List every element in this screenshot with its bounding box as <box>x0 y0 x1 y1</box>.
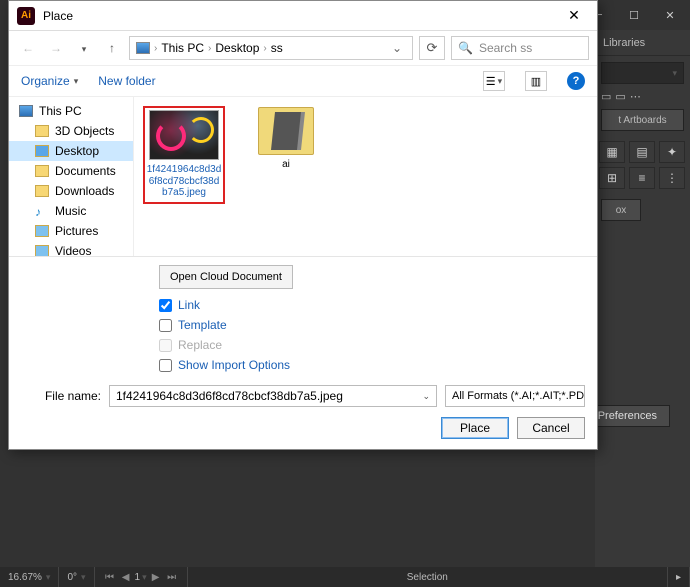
show-import-options-checkbox[interactable]: Show Import Options <box>159 355 585 375</box>
filename-dropdown-icon[interactable]: ⌄ <box>422 391 430 402</box>
link-checkbox[interactable]: Link <box>159 295 585 315</box>
tree-downloads[interactable]: Downloads <box>9 181 133 201</box>
nav-up-icon[interactable]: ↑ <box>101 41 123 55</box>
tree-videos[interactable]: Videos <box>9 241 133 256</box>
help-icon[interactable]: ? <box>567 72 585 90</box>
panel-tool-3[interactable]: ⋯ <box>630 90 641 103</box>
grid2-icon[interactable]: ▤ <box>629 141 655 163</box>
page-nav[interactable]: ⏮ ◀ 1 ▾ ▶ ⏭ <box>95 567 188 587</box>
new-folder-button[interactable]: New folder <box>98 74 155 88</box>
first-page-icon[interactable]: ⏮ <box>103 572 117 583</box>
host-maximize[interactable]: ☐ <box>620 5 648 25</box>
layout-icon[interactable]: ⊞ <box>599 167 625 189</box>
align-icon[interactable]: ≡ <box>629 167 655 189</box>
file-grid: 1f4241964c8d3d6f8cd78cbcf38db7a5.jpeg ai <box>134 97 597 256</box>
folder-icon <box>258 107 314 155</box>
pc-icon <box>136 42 150 54</box>
place-button[interactable]: Place <box>441 417 509 439</box>
image-thumbnail <box>149 110 219 160</box>
prev-page-icon[interactable]: ◀ <box>119 572 133 583</box>
status-expand-icon[interactable]: ▸ <box>668 567 690 587</box>
tree-documents[interactable]: Documents <box>9 161 133 181</box>
search-placeholder: Search ss <box>479 41 532 55</box>
place-dialog: Ai Place ✕ ← → ▾ ↑ › This PC › Desktop ›… <box>8 0 598 450</box>
panel-tool-2[interactable]: ▭ <box>615 90 625 103</box>
filename-label: File name: <box>21 389 101 403</box>
zoom-level[interactable]: 16.67%▾ <box>0 567 59 587</box>
folder-item-label: ai <box>282 159 290 171</box>
panel-artboards-button[interactable]: t Artboards <box>601 109 684 131</box>
tree-3d-objects[interactable]: 3D Objects <box>9 121 133 141</box>
rotation-angle[interactable]: 0°▾ <box>59 567 94 587</box>
dialog-title: Place <box>43 9 559 23</box>
replace-checkbox: Replace <box>159 335 585 355</box>
file-item-label: 1f4241964c8d3d6f8cd78cbcf38db7a5.jpeg <box>146 164 222 199</box>
star-icon[interactable]: ✦ <box>659 141 685 163</box>
next-page-icon[interactable]: ▶ <box>149 572 163 583</box>
organize-menu[interactable]: Organize▾ <box>21 74 78 88</box>
panel-ox-button[interactable]: ox <box>601 199 641 221</box>
crumb-this-pc[interactable]: This PC <box>161 41 204 55</box>
crumb-desktop[interactable]: Desktop <box>215 41 259 55</box>
refresh-button[interactable]: ⟳ <box>419 36 445 60</box>
file-item-jpeg[interactable]: 1f4241964c8d3d6f8cd78cbcf38db7a5.jpeg <box>144 107 224 203</box>
path-dropdown-icon[interactable]: ⌄ <box>388 41 406 55</box>
tree-music[interactable]: ♪Music <box>9 201 133 221</box>
host-close[interactable]: ✕ <box>656 5 684 25</box>
filename-input[interactable]: 1f4241964c8d3d6f8cd78cbcf38db7a5.jpeg⌄ <box>109 385 437 407</box>
cancel-button[interactable]: Cancel <box>517 417 585 439</box>
panel-dropdown[interactable]: ▾ <box>601 62 684 84</box>
dialog-close-button[interactable]: ✕ <box>559 2 589 30</box>
nav-recent-icon[interactable]: ▾ <box>73 41 95 55</box>
tree-this-pc[interactable]: This PC <box>9 101 133 121</box>
status-mode: Selection <box>188 567 668 587</box>
folder-item-ai[interactable]: ai <box>246 107 326 171</box>
nav-forward-icon: → <box>45 41 67 55</box>
preview-pane-button[interactable]: ▥ <box>525 71 547 91</box>
tree-pictures[interactable]: Pictures <box>9 221 133 241</box>
crumb-ss[interactable]: ss <box>271 41 283 55</box>
misc-icon[interactable]: ⋮ <box>659 167 685 189</box>
search-input[interactable]: 🔍 Search ss <box>451 36 589 60</box>
tree-desktop[interactable]: Desktop <box>9 141 133 161</box>
page-number: 1 <box>135 572 141 583</box>
ai-logo-icon: Ai <box>17 7 35 25</box>
nav-tree: This PC 3D Objects Desktop Documents Dow… <box>9 97 134 256</box>
last-page-icon[interactable]: ⏭ <box>165 572 179 583</box>
grid-icon[interactable]: ▦ <box>599 141 625 163</box>
view-mode-button[interactable]: ☰▾ <box>483 71 505 91</box>
panel-libraries[interactable]: Libraries <box>595 30 690 56</box>
panel-tool-1[interactable]: ▭ <box>601 90 611 103</box>
nav-back-icon[interactable]: ← <box>17 41 39 55</box>
open-cloud-document-button[interactable]: Open Cloud Document <box>159 265 293 289</box>
template-checkbox[interactable]: Template <box>159 315 585 335</box>
format-select[interactable]: All Formats (*.AI;*.AIT;*.PDF;*.D⌄ <box>445 385 585 407</box>
status-bar: 16.67%▾ 0°▾ ⏮ ◀ 1 ▾ ▶ ⏭ Selection ▸ <box>0 567 690 587</box>
search-icon: 🔍 <box>458 41 473 55</box>
breadcrumb[interactable]: › This PC › Desktop › ss ⌄ <box>129 36 413 60</box>
